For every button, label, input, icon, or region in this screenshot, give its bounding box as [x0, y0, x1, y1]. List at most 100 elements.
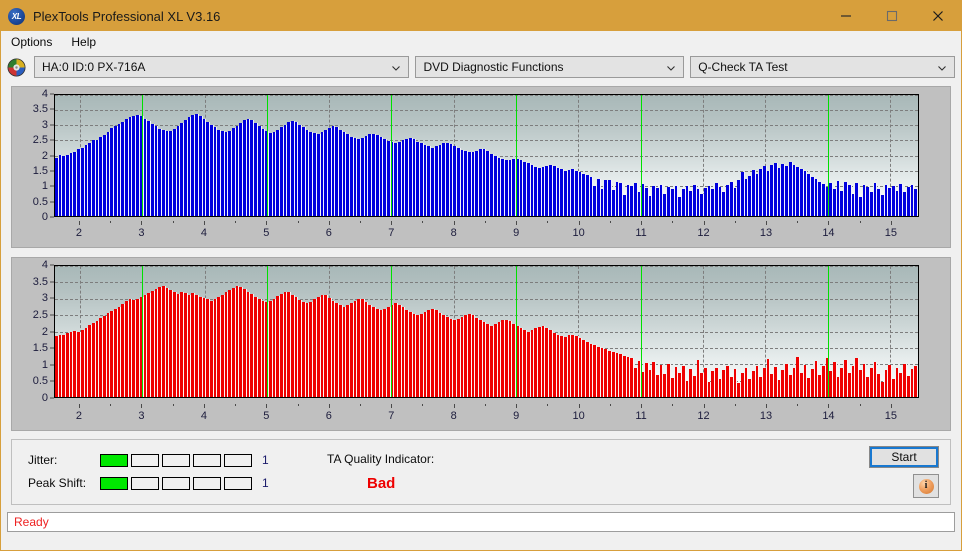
segment: [131, 453, 159, 467]
x-minor-tick: [672, 404, 674, 406]
jitter-label: Jitter:: [28, 453, 58, 467]
x-minor-tick: [235, 404, 237, 406]
marker-line: [827, 266, 829, 397]
menu-item-help[interactable]: Help: [67, 33, 105, 51]
x-minor-tick: [297, 404, 299, 406]
minimize-icon[interactable]: [823, 1, 869, 31]
y-tick-label: 2: [41, 149, 48, 162]
x-tick-label: 8: [450, 410, 457, 422]
y-tick-label: 3: [41, 118, 48, 131]
menu-item-options[interactable]: Options: [7, 33, 61, 51]
test-select[interactable]: Q-Check TA Test: [690, 56, 956, 78]
marker-line: [640, 95, 642, 216]
xl-app-icon: XL: [8, 7, 25, 25]
start-button[interactable]: Start: [869, 446, 939, 468]
info-icon: i: [918, 478, 934, 494]
x-tick: [516, 221, 518, 225]
x-tick-label: 10: [572, 227, 585, 239]
peak-shift-segment-bar: [100, 476, 252, 490]
y-tick-label: 1: [41, 180, 48, 193]
y-tick-label: 3: [41, 292, 48, 305]
marker-line: [640, 266, 642, 397]
segment: [193, 453, 221, 467]
marker-line: [142, 95, 144, 216]
x-tick-label: 13: [759, 227, 773, 239]
x-tick: [765, 404, 767, 408]
x-minor-tick: [859, 404, 861, 406]
x-minor-tick: [609, 221, 611, 223]
y-tick-label: 0: [41, 392, 48, 404]
x-tick-label: 15: [884, 227, 898, 239]
segment: [131, 476, 159, 490]
close-icon[interactable]: [915, 1, 961, 31]
function-select-value: DVD Diagnostic Functions: [423, 60, 564, 74]
x-minor-tick: [547, 221, 549, 223]
marker-line: [516, 266, 518, 397]
x-tick: [641, 221, 643, 225]
chart-plot-area: [54, 265, 919, 398]
x-tick: [703, 221, 705, 225]
x-minor-tick: [547, 404, 549, 406]
ta-quality-value: Bad: [367, 475, 396, 492]
peak-shift-indicator: Peak Shift: 1: [28, 476, 269, 490]
maximize-icon[interactable]: [869, 1, 915, 31]
y-tick-label: 2.5: [32, 308, 48, 321]
x-tick-label: 7: [388, 227, 395, 239]
x-minor-tick: [609, 404, 611, 406]
x-tick: [578, 221, 580, 225]
x-minor-tick: [734, 221, 736, 223]
y-tick-label: 3.5: [32, 275, 48, 288]
y-tick-label: 4: [41, 88, 48, 100]
x-minor-tick: [734, 404, 736, 406]
x-tick-label: 4: [200, 410, 207, 422]
x-tick: [78, 221, 80, 225]
info-button[interactable]: i: [913, 474, 939, 498]
y-tick-label: 4: [41, 259, 48, 271]
x-tick: [266, 404, 268, 408]
x-minor-tick: [235, 221, 237, 223]
x-minor-tick: [422, 221, 424, 223]
x-tick-label: 14: [822, 227, 835, 239]
x-tick: [141, 404, 143, 408]
x-tick-label: 2: [75, 410, 83, 422]
marker-line: [142, 266, 144, 397]
jitter-segment-bar: [100, 453, 252, 467]
x-minor-tick: [360, 221, 362, 223]
chevron-down-icon: [391, 62, 401, 72]
function-select[interactable]: DVD Diagnostic Functions: [415, 56, 685, 78]
x-tick-label: 8: [450, 227, 457, 239]
ta-quality-block: TA Quality Indicator: Bad: [327, 452, 434, 492]
x-tick-label: 13: [759, 410, 773, 422]
y-tick-label: 1.5: [32, 164, 48, 177]
x-tick: [203, 221, 205, 225]
chart-x-axis: 2 3 4 5 6 7 8 9 10 11 12 13 14 15: [54, 221, 919, 243]
x-tick: [453, 221, 455, 225]
status-text: Ready: [14, 515, 49, 529]
x-tick: [890, 404, 892, 408]
disc-icon: [7, 57, 26, 77]
x-minor-tick: [484, 221, 486, 223]
x-tick: [328, 404, 330, 408]
jitter-value: 1: [262, 453, 269, 467]
drive-select[interactable]: HA:0 ID:0 PX-716A: [34, 56, 410, 78]
segment: [100, 476, 128, 490]
segment: [162, 453, 190, 467]
marker-line: [391, 266, 393, 397]
test-select-value: Q-Check TA Test: [698, 60, 788, 74]
y-tick-label: 0: [41, 211, 48, 223]
x-minor-tick: [172, 404, 174, 406]
y-tick-label: 1.5: [32, 342, 48, 355]
x-tick: [328, 221, 330, 225]
x-tick: [828, 221, 830, 225]
x-tick-label: 3: [138, 410, 145, 422]
y-tick-label: 1: [41, 358, 48, 371]
ta-jitter-chart: 0 0.5 1 1.5 2 2.5 3 3.5 4 2 3 4 5 6 7 8 9 10 11 12 13 14 15: [11, 86, 951, 248]
x-tick: [453, 404, 455, 408]
chart-plot-area: [54, 94, 919, 217]
x-tick-label: 5: [263, 410, 270, 422]
segment: [224, 453, 252, 467]
chevron-down-icon: [937, 62, 947, 72]
x-tick-label: 2: [75, 227, 83, 239]
gridline: [55, 216, 918, 217]
jitter-indicator: Jitter: 1: [28, 453, 269, 467]
